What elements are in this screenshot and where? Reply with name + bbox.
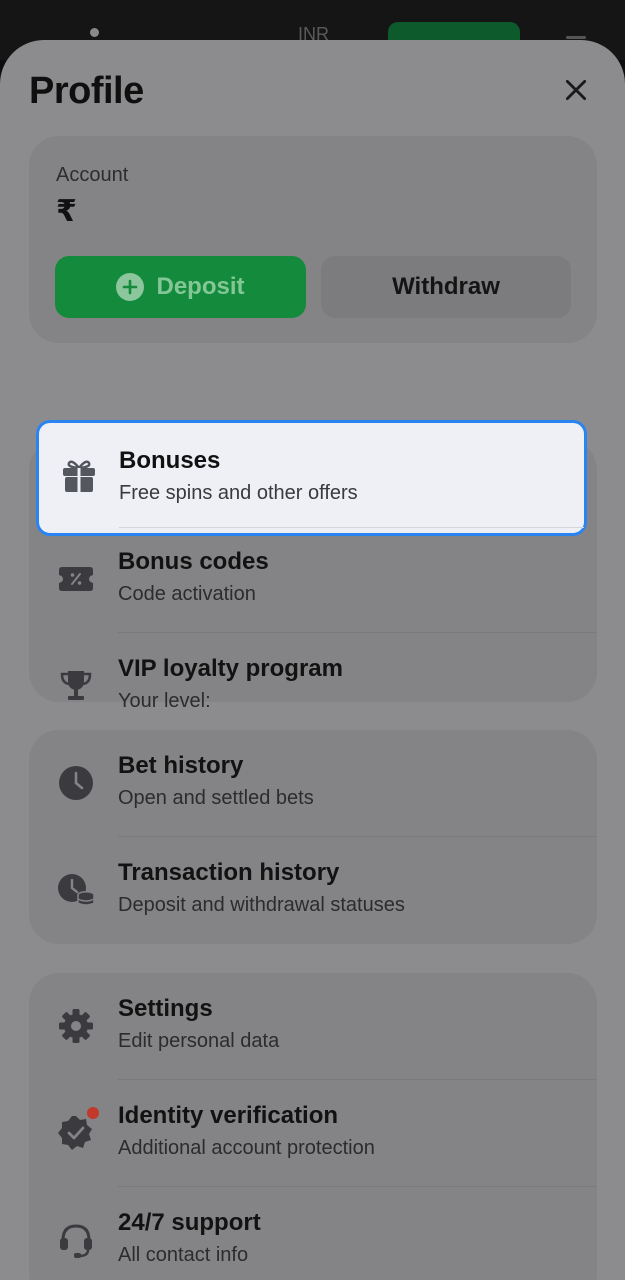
menu-item-support[interactable]: 24/7 support All contact info bbox=[29, 1187, 597, 1280]
menu-item-title: VIP loyalty program bbox=[118, 655, 343, 682]
menu-item-subtitle: All contact info bbox=[118, 1244, 249, 1266]
menu-item-bonus-codes[interactable]: Bonus codes Code activation bbox=[29, 526, 597, 633]
menu-item-title: Settings bbox=[118, 995, 213, 1022]
account-card: Account ₹ Deposit Withdraw bbox=[29, 136, 597, 343]
menu-item-subtitle: Free spins and other offers bbox=[119, 482, 358, 504]
withdraw-button[interactable]: Withdraw bbox=[321, 256, 571, 318]
clock-icon bbox=[55, 762, 97, 804]
profile-sheet: Profile Account ₹ Deposit Withdraw Bonus… bbox=[0, 40, 625, 1280]
menu-item-subtitle: Your level: bbox=[118, 690, 211, 712]
menu-item-vip[interactable]: VIP loyalty program Your level: bbox=[29, 633, 597, 712]
background-dot bbox=[90, 28, 99, 37]
deposit-button[interactable]: Deposit bbox=[55, 256, 306, 318]
menu-item-title: Identity verification bbox=[118, 1102, 339, 1129]
gear-icon bbox=[55, 1005, 97, 1047]
menu-item-title: Bonus codes bbox=[118, 548, 269, 575]
menu-item-subtitle: Edit personal data bbox=[118, 1030, 280, 1052]
menu-item-transaction-history[interactable]: Transaction history Deposit and withdraw… bbox=[29, 837, 597, 944]
menu-item-bonuses[interactable]: Bonuses Free spins and other offers bbox=[36, 420, 587, 536]
notification-dot bbox=[87, 1107, 99, 1119]
withdraw-label: Withdraw bbox=[392, 273, 500, 300]
menu-item-title: 24/7 support bbox=[118, 1209, 261, 1236]
menu-item-bet-history[interactable]: Bet history Open and settled bets bbox=[29, 730, 597, 837]
account-settings-menu-card: Settings Edit personal data Identity ver… bbox=[29, 973, 597, 1280]
trophy-icon bbox=[55, 665, 97, 707]
account-label: Account bbox=[56, 164, 129, 186]
coupon-icon bbox=[55, 558, 97, 600]
gift-icon bbox=[58, 455, 100, 497]
deposit-label: Deposit bbox=[156, 273, 245, 300]
close-icon bbox=[565, 79, 587, 101]
menu-item-subtitle: Additional account protection bbox=[118, 1137, 375, 1159]
plus-icon bbox=[116, 273, 145, 301]
background-menu-icon bbox=[566, 36, 586, 39]
menu-item-subtitle: Code activation bbox=[118, 583, 256, 605]
account-balance: ₹ bbox=[56, 195, 77, 228]
menu-item-subtitle: Deposit and withdrawal statuses bbox=[118, 894, 405, 916]
close-button[interactable] bbox=[558, 72, 594, 108]
menu-item-title: Bet history bbox=[118, 752, 244, 779]
menu-item-settings[interactable]: Settings Edit personal data bbox=[29, 973, 597, 1080]
menu-item-subtitle: Open and settled bets bbox=[118, 787, 314, 809]
headset-icon bbox=[55, 1219, 97, 1261]
history-menu-card: Bet history Open and settled bets Transa… bbox=[29, 730, 597, 944]
clock-coins-icon bbox=[55, 869, 97, 911]
menu-item-identity-verification[interactable]: Identity verification Additional account… bbox=[29, 1080, 597, 1187]
menu-item-title: Bonuses bbox=[119, 447, 221, 474]
page-title: Profile bbox=[29, 70, 144, 112]
divider bbox=[119, 527, 584, 528]
menu-item-title: Transaction history bbox=[118, 859, 340, 886]
